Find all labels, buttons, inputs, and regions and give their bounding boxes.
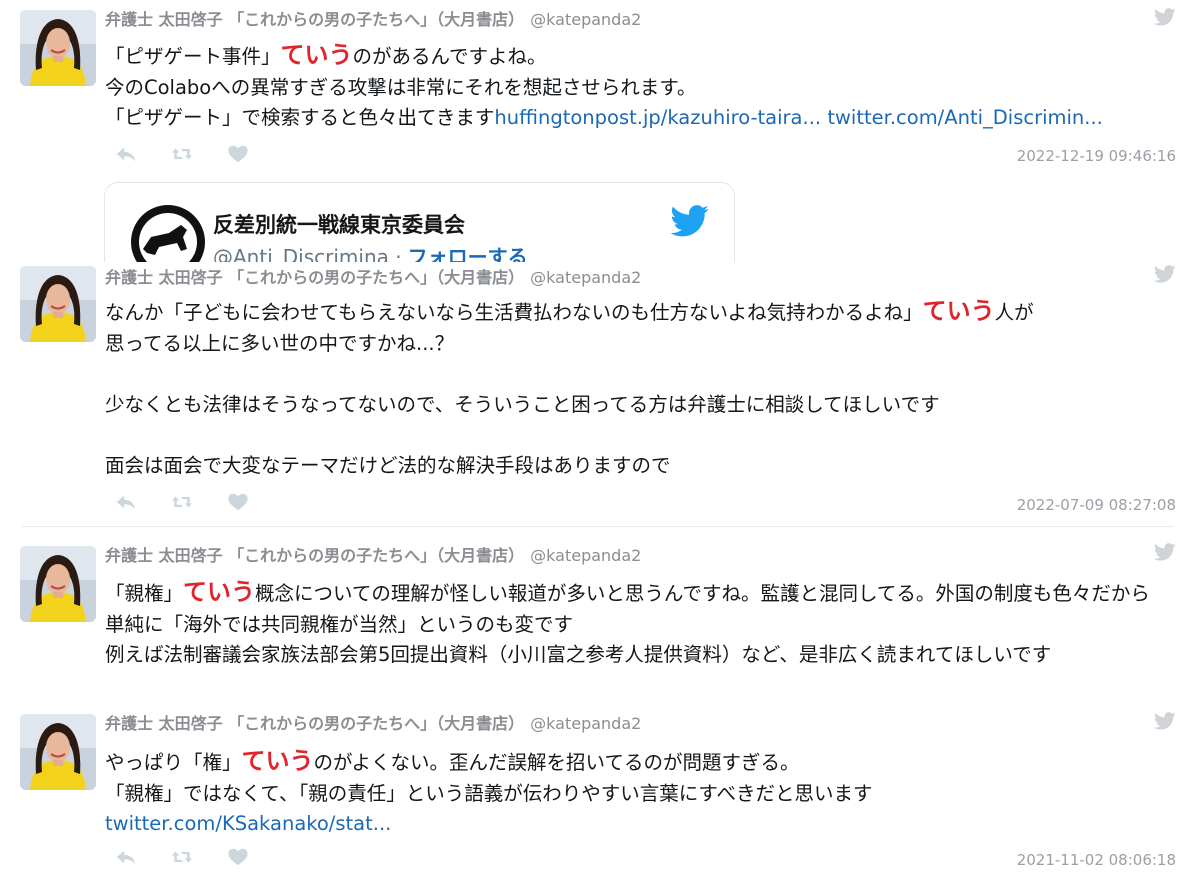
heart-icon[interactable] [227,492,249,512]
card-sub: @Anti_Discrimina · フォローする [213,241,528,262]
card-handle[interactable]: @Anti_Discrimina [213,245,389,262]
tweet-line: 例えば法制審議会家族法部会第5回提出資料（小川富之参考人提供資料）など、是非広く… [105,643,1052,666]
tweet-line: 今のColaboへの異常すぎる攻撃は非常にそれを想起させられます。 [105,75,697,99]
tweet-line: 「親権」ていう概念についての理解が怪しい報道が多いと思うんですね。監護と混同して… [105,578,1150,636]
avatar-image [20,546,96,622]
tweet-2[interactable]: 弁護士 太田啓子 「これからの男の子たちへ」（大月書店） @katepanda2 … [0,262,1194,527]
tweet-text: 「親権」ていう概念についての理解が怪しい報道が多いと思うんですね。監護と混同して… [105,577,1165,671]
twitter-bird-icon [670,205,710,237]
heart-icon[interactable] [227,847,249,867]
huffingtonpost-link[interactable]: huffingtonpost.jp/kazuhiro-taira... [494,106,821,129]
retweet-icon[interactable] [171,144,193,164]
heart-icon[interactable] [227,144,249,164]
tweet-line: 面会は面会で大変なテーマだけど法的な解決手段はありますので [105,453,671,477]
twitter-link[interactable]: twitter.com/Anti_Discrimin... [827,106,1103,129]
keyword-highlight: ていう [183,578,256,606]
tweet-text: 「ピザゲート事件」ていうのがあるんですよね。 今のColaboへの異常すぎる攻撃… [105,40,1165,134]
avatar-image [20,714,96,790]
divider [22,526,1174,527]
avatar[interactable] [20,714,96,790]
reply-icon[interactable] [115,492,137,512]
tweet-text: なんか「子どもに会わせてもらえないなら生活費払わないのも仕方ないよね気持わかるよ… [105,296,1165,481]
card-account-name[interactable]: 反差別統一戦線東京委員会 [213,209,465,239]
keyword-highlight: ていう [280,41,353,69]
author-handle[interactable]: @katepanda2 [530,546,641,565]
reply-icon[interactable] [115,847,137,867]
timestamp[interactable]: 2022-12-19 09:46:16 [1017,147,1176,165]
tweet-4[interactable]: 弁護士 太田啓子 「これからの男の子たちへ」（大月書店） @katepanda2 … [0,704,1194,879]
tweet-line: 「親権」ではなくて、「親の責任」という語義が伝わりやすい言葉にすべきだと思います [105,781,873,805]
keyword-highlight: ていう [241,747,314,775]
tweet-line: なんか「子どもに会わせてもらえないなら生活費払わないのも仕方ないよね気持わかるよ… [105,297,1034,325]
tweet-line: 「ピザゲート事件」ていうのがあるんですよね。 [105,41,547,69]
tweet-header: 弁護士 太田啓子 「これからの男の子たちへ」（大月書店） @katepanda2 [105,710,641,734]
tweet-3[interactable]: 弁護士 太田啓子 「これからの男の子たちへ」（大月書店） @katepanda2 … [0,538,1194,704]
avatar-image [20,266,96,342]
timestamp[interactable]: 2022-07-09 08:27:08 [1017,496,1176,514]
tweet-text: やっぱり「権」ていうのがよくない。歪んだ誤解を招いてるのが問題すぎる。 「親権」… [105,746,1165,840]
twitter-bird-icon[interactable] [1154,8,1176,26]
author-name[interactable]: 弁護士 太田啓子 「これからの男の子たちへ」（大月書店） [105,10,524,29]
tweet-line: 少なくとも法律はそうなってないので、そういうこと困ってる方は弁護士に相談してほし… [105,392,940,416]
tweet-header: 弁護士 太田啓子 「これからの男の子たちへ」（大月書店） @katepanda2 [105,264,641,288]
author-name[interactable]: 弁護士 太田啓子 「これからの男の子たちへ」（大月書店） [105,268,524,287]
author-handle[interactable]: @katepanda2 [530,268,641,287]
tweet-header: 弁護士 太田啓子 「これからの男の子たちへ」（大月書店） @katepanda2 [105,542,641,566]
retweet-icon[interactable] [171,847,193,867]
tweet-header: 弁護士 太田啓子 「これからの男の子たちへ」（大月書店） @katepanda2 [105,6,641,30]
retweet-icon[interactable] [171,492,193,512]
twitter-link[interactable]: twitter.com/KSakanako/stat... [105,812,391,835]
follow-button[interactable]: フォローする [408,245,528,262]
twitter-bird-icon[interactable] [1154,712,1176,730]
author-handle[interactable]: @katepanda2 [530,714,641,733]
twitter-bird-icon[interactable] [1154,543,1176,561]
antifa-logo-icon [131,205,205,262]
tweet-line: やっぱり「権」ていうのがよくない。歪んだ誤解を招いてるのが問題すぎる。 [105,747,800,775]
avatar[interactable] [20,266,96,342]
tweet-1[interactable]: 弁護士 太田啓子 「これからの男の子たちへ」（大月書店） @katepanda2 … [0,0,1194,262]
author-name[interactable]: 弁護士 太田啓子 「これからの男の子たちへ」（大月書店） [105,714,524,733]
avatar-image [20,10,96,86]
card-separator: · [395,245,402,262]
author-name[interactable]: 弁護士 太田啓子 「これからの男の子たちへ」（大月書店） [105,546,524,565]
avatar[interactable] [20,546,96,622]
embedded-profile-card[interactable]: 反差別統一戦線東京委員会 @Anti_Discrimina · フォローする [104,182,735,262]
tweet-line: 「ピザゲート」で検索すると色々出てきますhuffingtonpost.jp/ka… [105,106,1103,129]
timestamp[interactable]: 2021-11-02 08:06:18 [1017,851,1176,869]
avatar[interactable] [20,10,96,86]
tweet-line: 思ってる以上に多い世の中ですかね...？ [105,331,455,355]
author-handle[interactable]: @katepanda2 [530,10,641,29]
twitter-bird-icon[interactable] [1154,265,1176,283]
tweet-line: twitter.com/KSakanako/stat... [105,809,1165,840]
reply-icon[interactable] [115,144,137,164]
keyword-highlight: ていう [922,297,995,325]
